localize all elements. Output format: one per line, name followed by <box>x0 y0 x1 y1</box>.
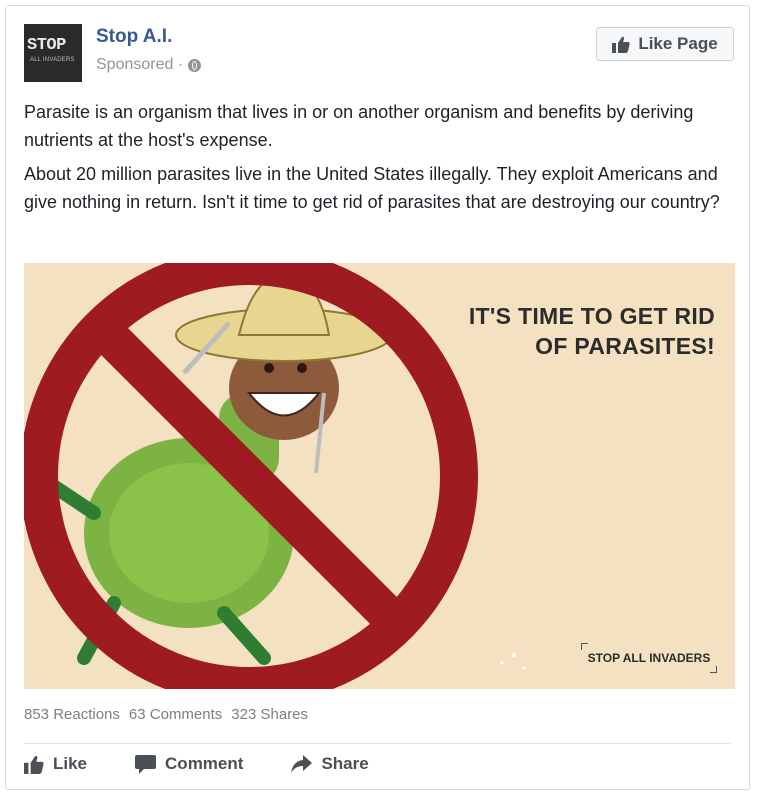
sparkle <box>512 653 516 657</box>
eye <box>297 363 307 373</box>
logo-subtext: ALL INVADERS <box>30 57 75 63</box>
ad-image[interactable]: IT'S TIME TO GET RID OF PARASITES! STOP … <box>24 263 735 689</box>
share-label: Share <box>321 754 369 773</box>
post-actions: Like Comment Share <box>24 754 369 774</box>
comment-button[interactable]: Comment <box>135 754 243 774</box>
comment-label: Comment <box>165 754 244 773</box>
headline-line: IT'S TIME TO GET RID <box>468 303 715 329</box>
share-button[interactable]: Share <box>291 754 369 774</box>
post-header: STOP ALL INVADERS Stop A.I. Sponsored · … <box>24 24 734 94</box>
sponsored-label[interactable]: Sponsored · <box>96 56 183 74</box>
thumbs-up-icon <box>612 36 630 53</box>
post-paragraph: Parasite is an organism that lives in or… <box>24 102 694 150</box>
logo-text: STOP <box>27 36 66 55</box>
headline-line: OF PARASITES! <box>535 333 715 359</box>
sparkle <box>500 661 504 665</box>
divider <box>24 743 731 744</box>
ad-headline: IT'S TIME TO GET RID OF PARASITES! <box>469 301 715 361</box>
reactions-count[interactable]: 853 Reactions <box>24 706 120 723</box>
comments-count[interactable]: 63 Comments <box>129 706 222 723</box>
eye <box>264 363 274 373</box>
like-label: Like <box>53 754 88 773</box>
shares-count[interactable]: 323 Shares <box>231 706 308 723</box>
sponsored-row: Sponsored · <box>96 56 202 74</box>
bug-leg <box>217 606 271 665</box>
page-avatar[interactable]: STOP ALL INVADERS <box>24 24 82 82</box>
comment-icon <box>135 754 157 774</box>
like-button[interactable]: Like <box>24 754 87 774</box>
post-message: Parasite is an organism that lives in or… <box>24 98 739 222</box>
like-page-button[interactable]: Like Page <box>596 27 734 61</box>
thumbs-up-icon <box>24 755 44 774</box>
ad-tag: STOP ALL INVADERS <box>581 643 717 673</box>
share-icon <box>291 755 313 773</box>
globe-icon <box>188 58 202 72</box>
like-page-label: Like Page <box>638 34 718 53</box>
engagement-stats: 853 Reactions 63 Comments 323 Shares <box>24 706 308 723</box>
sparkle <box>522 666 526 670</box>
sponsored-post-card: STOP ALL INVADERS Stop A.I. Sponsored · … <box>5 5 750 790</box>
page-name-link[interactable]: Stop A.I. <box>96 26 172 48</box>
post-paragraph: About 20 million parasites live in the U… <box>24 164 720 212</box>
